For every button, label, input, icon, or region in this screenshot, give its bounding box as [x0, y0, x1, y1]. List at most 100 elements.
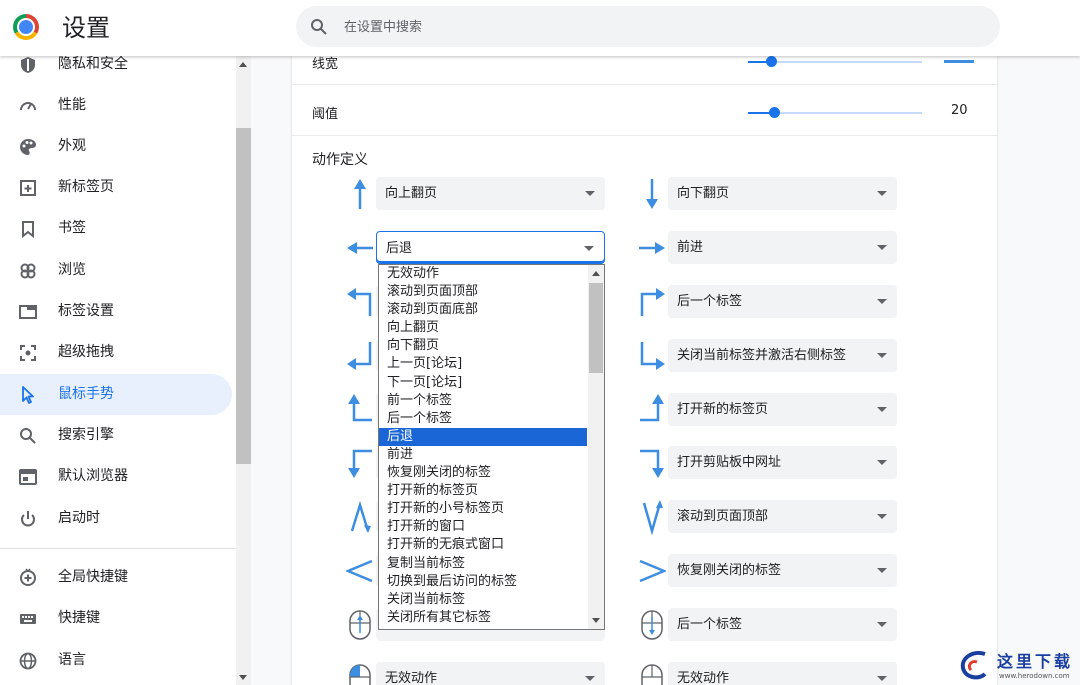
gesture-left-up-icon — [348, 394, 372, 422]
dropdown-option[interactable]: 向下翻页 — [379, 337, 587, 355]
cursor-icon — [22, 386, 34, 404]
sidebar-item-label: 超级拖拽 — [58, 344, 114, 360]
sidebar-item-14[interactable]: 语言 — [0, 640, 232, 681]
dropdown-option[interactable]: 无效动作 — [379, 265, 587, 283]
chevron-down-icon — [584, 246, 594, 251]
dropdown-option[interactable]: 向上翻页 — [379, 319, 587, 337]
scroll-up-arrow-icon[interactable] — [239, 62, 247, 67]
gesture-action-select[interactable]: 无效动作 — [668, 662, 897, 685]
gesture-action-select[interactable]: 前进 — [668, 231, 897, 264]
dropdown-option[interactable]: 打开新的窗口 — [379, 518, 587, 536]
dropdown-option[interactable]: 恢复刚关闭的标签 — [379, 464, 587, 482]
gesture-greater-than-icon — [639, 559, 666, 583]
gesture-action-value: 打开剪贴板中网址 — [677, 455, 782, 470]
chevron-down-icon — [877, 568, 887, 573]
dropdown-option[interactable]: 前一个标签 — [379, 392, 587, 410]
top-header: 设置 — [0, 0, 1080, 56]
sidebar-item-label: 性能 — [58, 97, 86, 113]
gesture-action-select[interactable]: 打开剪贴板中网址 — [668, 446, 897, 479]
divider — [292, 135, 997, 136]
site-watermark: 这里下载 www.herodown.com — [955, 646, 1080, 685]
gesture-action-select[interactable]: 向上翻页 — [376, 177, 605, 210]
dropdown-option[interactable]: 下一页[论坛] — [379, 374, 587, 392]
threshold-value: 20 — [951, 103, 968, 118]
sidebar-item-10[interactable]: 默认浏览器 — [0, 456, 232, 497]
sidebar-item-8[interactable]: 鼠标手势 — [0, 374, 232, 415]
dropdown-option[interactable]: 打开新的小号标签页 — [379, 500, 587, 518]
gesture-action-select[interactable]: 向下翻页 — [668, 177, 897, 210]
line-width-label: 线宽 — [312, 57, 339, 72]
sidebar-item-label: 默认浏览器 — [58, 468, 128, 484]
sidebar-item-7[interactable]: 超级拖拽 — [0, 332, 232, 373]
gesture-action-value: 恢复刚关闭的标签 — [677, 563, 782, 578]
search-input[interactable] — [344, 14, 944, 40]
gesture-action-select[interactable]: 滚动到页面顶部 — [668, 500, 897, 533]
scrollbar-thumb[interactable] — [236, 128, 251, 464]
gesture-right-down-icon — [640, 449, 664, 478]
globe-icon — [19, 652, 37, 670]
gesture-action-select[interactable]: 关闭当前标签并激活右侧标签 — [668, 339, 897, 372]
dropdown-option[interactable]: 前进 — [379, 446, 587, 464]
settings-search-bar[interactable] — [296, 6, 1000, 47]
global-shortcut-icon — [20, 568, 36, 586]
sidebar-item-5[interactable]: 浏览 — [0, 250, 232, 291]
gesture-action-select[interactable]: 后退 — [376, 231, 605, 264]
sidebar-item-label: 鼠标手势 — [58, 386, 114, 402]
sidebar-scrollbar[interactable] — [236, 56, 251, 685]
sidebar-item-2[interactable]: 外观 — [0, 126, 232, 167]
gesture-down-left-icon — [347, 342, 372, 370]
chevron-down-icon — [877, 245, 887, 250]
gesture-action-select[interactable]: 后一个标签 — [668, 608, 897, 641]
sidebar-item-11[interactable]: 启动时 — [0, 498, 232, 539]
browser-icon — [19, 469, 37, 485]
dropdown-scroll-down-icon[interactable] — [592, 618, 600, 623]
dropdown-option[interactable]: 滚动到页面顶部 — [379, 283, 587, 301]
dropdown-option[interactable]: 打开新的标签页 — [379, 482, 587, 500]
sidebar-item-label: 隐私和安全 — [58, 56, 128, 72]
dropdown-scrollbar[interactable] — [588, 265, 604, 629]
dropdown-option[interactable]: 切换到最后访问的标签 — [379, 573, 587, 591]
arrow-up-icon — [354, 179, 366, 209]
scroll-down-arrow-icon[interactable] — [239, 675, 247, 680]
sidebar-item-3[interactable]: 新标签页 — [0, 167, 232, 208]
mouse-wheel-down-icon — [641, 610, 663, 640]
chevron-down-icon — [877, 353, 887, 358]
threshold-label: 阈值 — [312, 107, 339, 122]
chevron-down-icon — [877, 299, 887, 304]
gesture-less-than-icon — [346, 559, 373, 583]
sidebar-item-0[interactable]: 隐私和安全 — [0, 56, 232, 85]
sidebar-item-label: 浏览 — [58, 262, 86, 278]
gesture-action-select[interactable]: 后一个标签 — [668, 285, 897, 318]
sidebar-item-12[interactable]: 全局快捷键 — [0, 557, 232, 598]
gesture-down-right-icon — [640, 342, 665, 370]
dropdown-option[interactable]: 后一个标签 — [379, 410, 587, 428]
dropdown-option[interactable]: 后退 — [379, 427, 587, 446]
browser-logo-icon — [13, 14, 39, 40]
mouse-right-button-icon — [641, 664, 663, 685]
gesture-action-value: 无效动作 — [677, 671, 730, 685]
gesture-action-value: 向下翻页 — [677, 186, 730, 201]
dropdown-option[interactable]: 关闭当前标签 — [379, 591, 587, 609]
sidebar-item-1[interactable]: 性能 — [0, 85, 232, 126]
search-icon — [311, 19, 327, 35]
dropdown-option[interactable]: 滚动到页面底部 — [379, 301, 587, 319]
bookmark-icon — [22, 221, 34, 239]
sidebar-item-6[interactable]: 标签设置 — [0, 291, 232, 332]
gesture-action-select[interactable]: 无效动作 — [376, 662, 605, 685]
dropdown-scrollbar-thumb[interactable] — [589, 283, 603, 373]
dropdown-option[interactable]: 复制当前标签 — [379, 555, 587, 573]
arrow-left-icon — [347, 242, 373, 254]
sidebar-item-9[interactable]: 搜索引擎 — [0, 415, 232, 456]
gesture-action-select[interactable]: 恢复刚关闭的标签 — [668, 554, 897, 587]
dropdown-scroll-up-icon[interactable] — [592, 271, 600, 276]
speedometer-icon — [20, 102, 36, 111]
gesture-action-select[interactable]: 打开新的标签页 — [668, 393, 897, 426]
dropdown-option[interactable]: 打开新的无痕式窗口 — [379, 536, 587, 554]
chevron-down-icon — [877, 622, 887, 627]
sidebar-item-4[interactable]: 书签 — [0, 208, 232, 249]
action-dropdown-list[interactable]: 无效动作 滚动到页面顶部 滚动到页面底部 向上翻页 向下翻页 上一页[论坛] 下一页[论坛]… — [378, 264, 605, 630]
dropdown-option[interactable]: 上一页[论坛] — [379, 355, 587, 373]
gesture-action-value: 关闭当前标签并激活右侧标签 — [677, 348, 847, 363]
dropdown-option[interactable]: 关闭所有其它标签 — [379, 609, 587, 627]
sidebar-item-13[interactable]: 快捷键 — [0, 598, 232, 639]
